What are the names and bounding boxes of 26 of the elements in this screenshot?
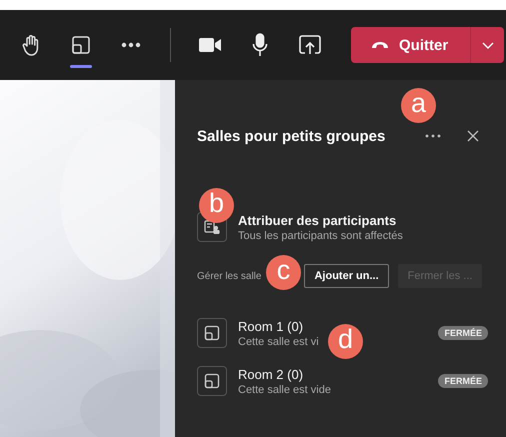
close-icon[interactable] <box>467 130 479 142</box>
more-icon[interactable] <box>121 42 141 48</box>
room-name[interactable]: Room 2 (0) <box>238 366 331 382</box>
camera-icon[interactable] <box>199 38 221 52</box>
assign-subtitle: Tous les participants sont affectés <box>238 230 403 242</box>
room-icon <box>197 366 227 396</box>
leave-button[interactable]: Quitter <box>351 27 470 63</box>
hand-icon[interactable] <box>21 34 41 56</box>
chevron-down-icon <box>482 42 494 48</box>
room-status: Cette salle est vide <box>238 384 331 396</box>
hang-up-icon <box>371 41 389 49</box>
panel-title: Salles pour petits groupes <box>197 128 386 144</box>
assign-title[interactable]: Attribuer des participants <box>238 212 403 228</box>
dropdown-button[interactable] <box>470 27 504 63</box>
selected-underline <box>70 65 92 68</box>
closed-badge: FERMÉE <box>438 374 488 388</box>
room-status: Cette salle est vi <box>238 336 319 348</box>
manage-label: Gérer les salle <box>197 270 262 282</box>
more-options-icon[interactable] <box>425 134 441 138</box>
microphone-icon[interactable] <box>252 33 268 57</box>
add-room-button[interactable]: Ajouter un... <box>304 264 389 288</box>
share-screen-icon[interactable] <box>299 35 321 55</box>
room-icon <box>197 318 227 348</box>
closed-badge: FERMÉE <box>438 326 488 340</box>
rooms-icon[interactable] <box>71 35 91 55</box>
room-name[interactable]: Room 1 (0) <box>238 318 319 334</box>
